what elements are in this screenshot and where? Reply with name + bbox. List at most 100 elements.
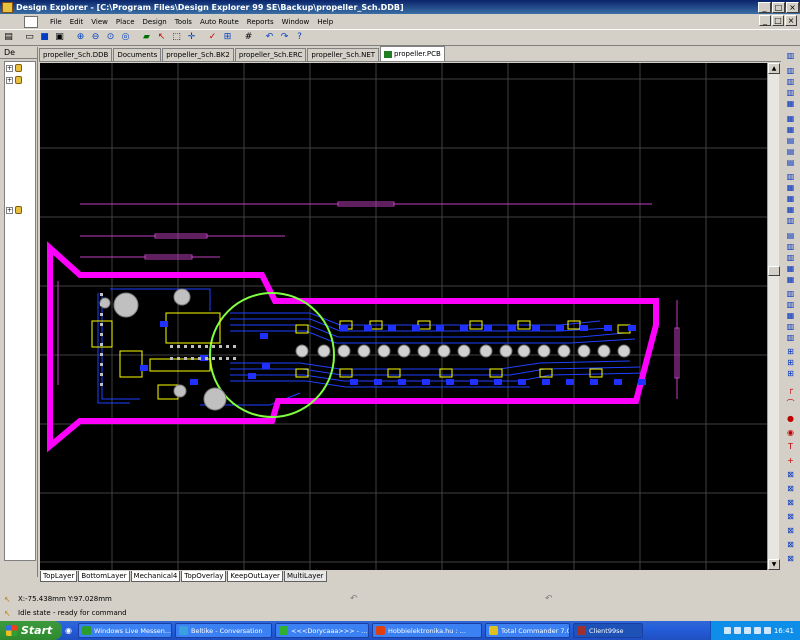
pcb-drawing[interactable] (40, 63, 767, 570)
tab-propeller-sch-ddb[interactable]: propeller_Sch.DDB (39, 48, 113, 61)
menu-window[interactable]: Window (278, 18, 314, 26)
explorer-tree[interactable]: + + + (4, 61, 36, 561)
placement-tool-icon[interactable]: ▦ (784, 205, 797, 215)
maximize-button[interactable]: □ (772, 1, 785, 13)
undo-icon[interactable]: ↶ (263, 31, 276, 44)
placement-tool-icon[interactable]: ⊠ (784, 484, 797, 494)
place-icon[interactable]: ✓ (206, 31, 219, 44)
placement-tool-icon[interactable]: ⊠ (784, 526, 797, 536)
placement-tool-icon[interactable]: ⊞ (784, 358, 797, 368)
grid-icon[interactable]: # (242, 31, 255, 44)
pcb-editor-canvas[interactable] (40, 63, 767, 570)
scroll-up-icon[interactable]: ▲ (768, 63, 780, 74)
tree-node-backup[interactable]: + (6, 206, 22, 214)
expand-icon[interactable]: + (6, 76, 13, 84)
placement-tool-icon[interactable]: ┌ (784, 385, 797, 395)
placement-tool-icon[interactable]: ▦ (784, 275, 797, 285)
tab-top-layer[interactable]: TopLayer (40, 571, 78, 582)
task-hobbielektronika[interactable]: Hobbielektronika.hu : ... (372, 623, 482, 638)
tab-mechanical4[interactable]: Mechanical4 (130, 571, 181, 582)
placement-tool-icon[interactable]: ▦ (784, 264, 797, 274)
zoom-out-icon[interactable]: ⊖ (89, 31, 102, 44)
open-icon[interactable]: ▭ (23, 31, 36, 44)
expand-icon[interactable]: + (6, 206, 13, 214)
design-manager-icon[interactable]: ▤ (2, 31, 15, 44)
menu-edit[interactable]: Edit (66, 18, 88, 26)
menu-design[interactable]: Design (139, 18, 171, 26)
menu-file[interactable]: File (46, 18, 66, 26)
app-icon[interactable] (2, 1, 13, 13)
placement-tool-icon[interactable]: ▤ (784, 231, 797, 241)
menu-place[interactable]: Place (112, 18, 139, 26)
menu-reports[interactable]: Reports (243, 18, 278, 26)
placement-tool-icon[interactable]: ⊠ (784, 554, 797, 564)
tab-propeller-sch-erc[interactable]: propeller_Sch.ERC (234, 48, 307, 61)
zoom-in-icon[interactable]: ⊕ (74, 31, 87, 44)
placement-tool-icon[interactable]: ▦ (784, 99, 797, 109)
save-icon[interactable]: ■ (38, 31, 51, 44)
placement-tool-icon[interactable]: ▥ (784, 51, 797, 61)
placement-tool-icon[interactable]: ▤ (784, 147, 797, 157)
placement-tool-icon[interactable]: ▥ (784, 253, 797, 263)
vertical-scrollbar[interactable]: ▲ ▼ (767, 63, 780, 570)
placement-tool-icon[interactable]: ▥ (784, 66, 797, 76)
task-dorycaaa[interactable]: <<<Dorycaaa>>> - ... (275, 623, 369, 638)
menu-help[interactable]: Help (313, 18, 337, 26)
task-client99se[interactable]: Client99se (573, 623, 643, 638)
doc-restore-button[interactable]: □ (772, 15, 784, 26)
tray-icon[interactable] (723, 627, 731, 634)
placement-tool-icon[interactable]: + (784, 456, 797, 466)
tab-propeller-sch-net[interactable]: propeller_Sch.NET (307, 48, 380, 61)
task-beltike-conversation[interactable]: Beltike - Conversation (175, 623, 272, 638)
zoom-area-icon[interactable]: ⊙ (104, 31, 117, 44)
tab-propeller-pcb[interactable]: propeller.PCB (380, 46, 445, 61)
placement-tool-icon[interactable]: ▦ (784, 183, 797, 193)
placement-tool-icon[interactable]: ▥ (784, 322, 797, 332)
placement-tool-icon[interactable]: ▥ (784, 289, 797, 299)
minimize-button[interactable]: _ (758, 1, 771, 13)
placement-tool-icon[interactable]: ⊠ (784, 498, 797, 508)
task-total-commander[interactable]: Total Commander 7.0... (485, 623, 570, 638)
scroll-thumb[interactable] (768, 266, 780, 276)
placement-tool-icon[interactable]: ⊠ (784, 540, 797, 550)
placement-tool-icon[interactable]: ▥ (784, 172, 797, 182)
placement-tool-icon[interactable]: ▦ (784, 125, 797, 135)
tree-node-root[interactable]: + (6, 64, 22, 72)
menu-auto-route[interactable]: Auto Route (196, 18, 243, 26)
placement-tool-icon[interactable]: ▦ (784, 114, 797, 124)
placement-tool-icon[interactable]: ▥ (784, 242, 797, 252)
placement-tool-icon[interactable]: ▥ (784, 77, 797, 87)
placement-tool-icon[interactable]: ▥ (784, 88, 797, 98)
placement-tool-icon[interactable]: ⊞ (784, 369, 797, 379)
panel-tab-explorer[interactable]: De (4, 48, 15, 57)
tray-icon[interactable] (733, 627, 741, 634)
doc-minimize-button[interactable]: _ (759, 15, 771, 26)
tray-icon[interactable] (743, 627, 751, 634)
tab-keep-out-layer[interactable]: KeepOutLayer (227, 571, 283, 582)
tab-documents[interactable]: Documents (113, 48, 162, 61)
placement-tool-icon[interactable]: ▤ (784, 158, 797, 168)
tab-multi-layer[interactable]: MultiLayer (283, 571, 327, 582)
doc-close-button[interactable]: × (785, 15, 797, 26)
browse-icon[interactable]: ▰ (140, 31, 153, 44)
placement-tool-icon[interactable]: ▥ (784, 216, 797, 226)
print-icon[interactable]: ▣ (53, 31, 66, 44)
tab-propeller-sch-bk2[interactable]: propeller_Sch.BK2 (162, 48, 234, 61)
tray-icon[interactable] (753, 627, 761, 634)
tab-bottom-layer[interactable]: BottomLayer (78, 571, 130, 582)
expand-icon[interactable]: + (6, 64, 13, 72)
placement-tool-icon[interactable]: ▦ (784, 194, 797, 204)
placement-tool-icon[interactable]: ▥ (784, 333, 797, 343)
help-icon[interactable]: ? (293, 31, 306, 44)
menu-tools[interactable]: Tools (171, 18, 196, 26)
placement-tool-icon[interactable]: ⌒ (784, 399, 797, 409)
placement-tool-icon[interactable]: ▦ (784, 311, 797, 321)
tab-top-overlay[interactable]: TopOverlay (181, 571, 227, 582)
select-icon[interactable]: ↖ (155, 31, 168, 44)
start-button[interactable]: Start (0, 621, 62, 640)
placement-tool-icon[interactable]: T (784, 442, 797, 452)
document-menu-icon[interactable] (24, 15, 38, 28)
task-windows-live-messenger[interactable]: Windows Live Messen... (78, 623, 172, 638)
move-icon[interactable]: ✛ (185, 31, 198, 44)
placement-tool-icon[interactable]: ⊠ (784, 512, 797, 522)
